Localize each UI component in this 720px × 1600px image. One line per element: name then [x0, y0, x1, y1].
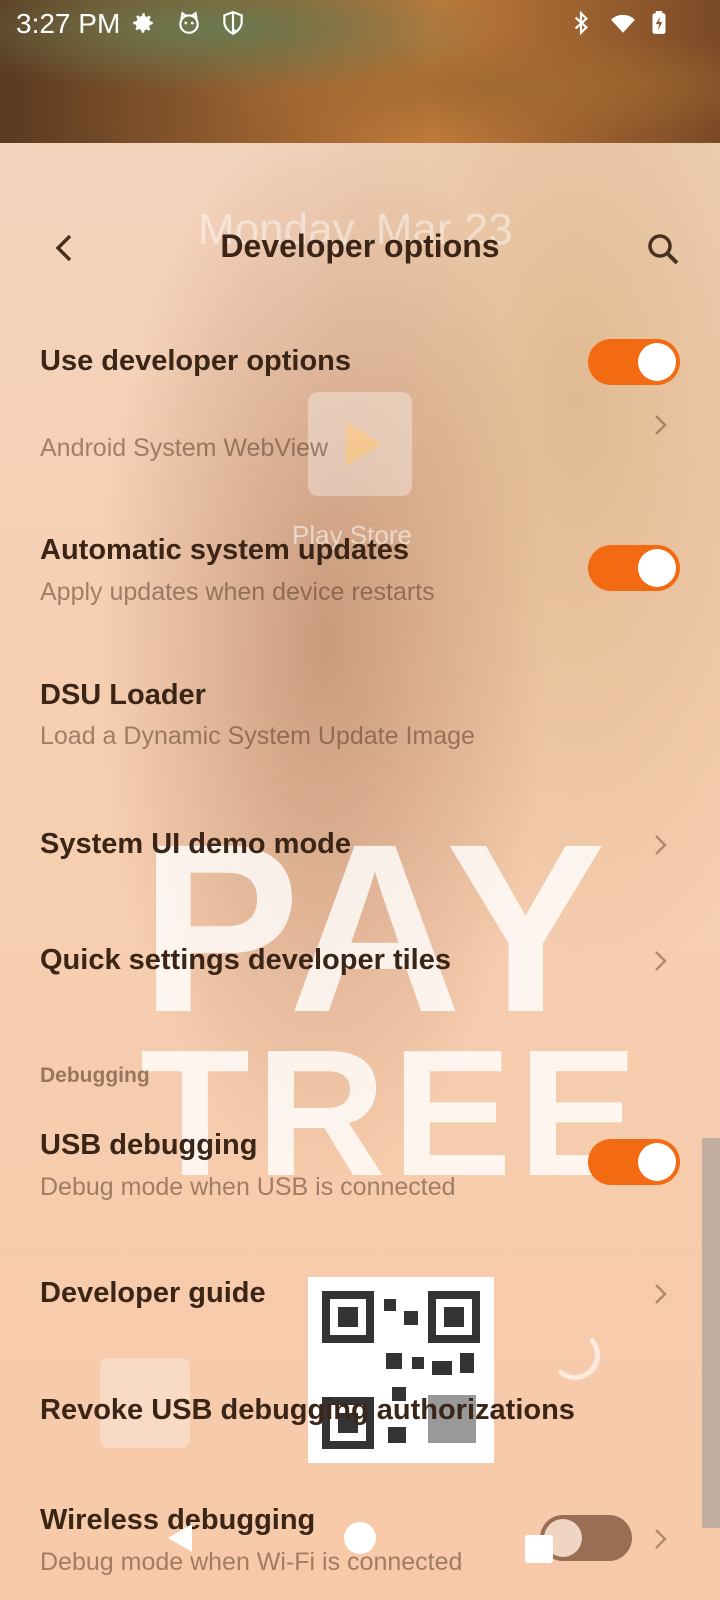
nav-home-icon[interactable]: [342, 1520, 378, 1556]
toggle-knob: [638, 549, 676, 587]
chevron-right-icon[interactable]: [652, 946, 670, 976]
search-icon[interactable]: [644, 230, 682, 268]
debugging-section-header: Debugging: [40, 1064, 150, 1087]
automatic-updates-toggle[interactable]: [588, 545, 680, 591]
side-panel-strip: [702, 1138, 720, 1528]
gear-icon: [133, 13, 153, 33]
bluetooth-icon: [574, 10, 588, 36]
dsu-loader-label[interactable]: DSU Loader: [40, 679, 206, 712]
revoke-usb-authorizations-label[interactable]: Revoke USB debugging authorizations: [40, 1394, 575, 1427]
page-title: Developer options: [220, 228, 500, 264]
usb-debugging-toggle[interactable]: [588, 1139, 680, 1185]
chevron-right-icon[interactable]: [652, 1279, 670, 1309]
status-bar: 3:27 PM: [0, 0, 720, 48]
usb-debugging-summary: Debug mode when USB is connected: [40, 1173, 456, 1201]
use-developer-options-toggle[interactable]: [588, 339, 680, 385]
chevron-right-icon[interactable]: [652, 410, 670, 440]
qr-code-icon: [308, 1277, 494, 1463]
loading-arc-icon: [550, 1330, 600, 1380]
nav-back-icon[interactable]: [162, 1520, 198, 1556]
usb-debugging-label: USB debugging: [40, 1129, 258, 1161]
toggle-knob: [638, 1143, 676, 1181]
automatic-updates-summary: Apply updates when device restarts: [40, 578, 435, 606]
chevron-right-icon[interactable]: [652, 830, 670, 860]
webview-implementation-value: Android System WebView: [40, 434, 329, 462]
automatic-updates-label: Automatic system updates: [40, 534, 410, 566]
system-ui-demo-label[interactable]: System UI demo mode: [40, 828, 351, 861]
cat-icon: [179, 11, 199, 34]
chevron-right-icon[interactable]: [652, 1524, 670, 1554]
quick-settings-tiles-label[interactable]: Quick settings developer tiles: [40, 944, 451, 977]
toggle-knob: [638, 343, 676, 381]
wifi-icon: [611, 14, 635, 33]
battery-charging-icon: [652, 11, 666, 34]
developer-guide-label[interactable]: Developer guide: [40, 1277, 266, 1310]
wireless-debugging-summary: Debug mode when Wi-Fi is connected: [40, 1548, 463, 1576]
status-time: 3:27 PM: [16, 8, 121, 39]
shield-icon: [223, 11, 243, 36]
dsu-loader-summary: Load a Dynamic System Update Image: [40, 722, 475, 750]
nav-recents-icon[interactable]: [524, 1534, 554, 1564]
use-developer-options-label: Use developer options: [40, 345, 352, 377]
